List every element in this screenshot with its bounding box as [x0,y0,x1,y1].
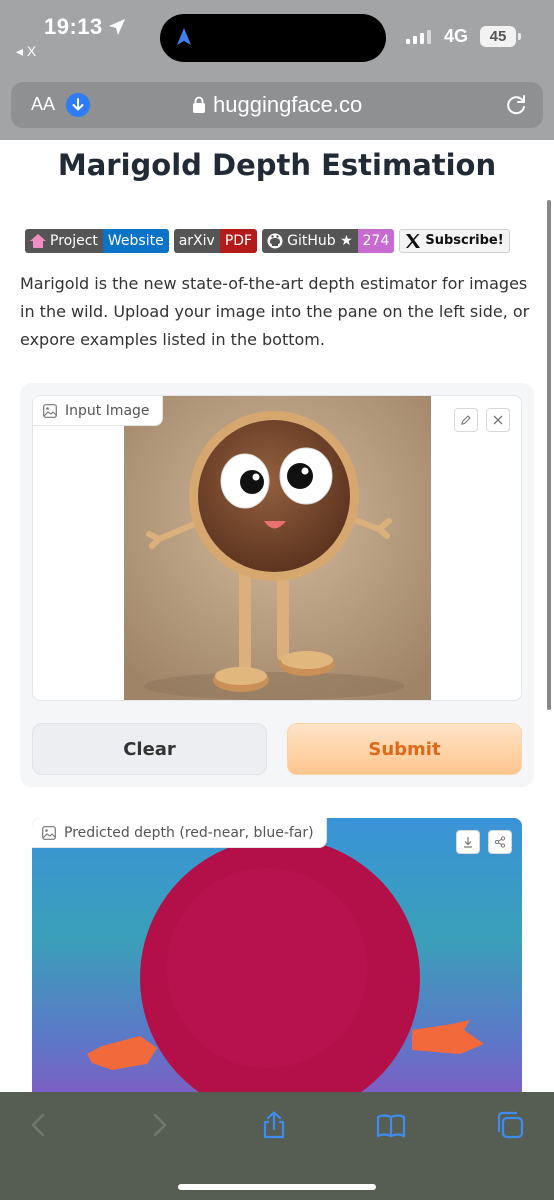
tabs-icon[interactable] [495,1110,525,1140]
submit-button[interactable]: Submit [287,723,522,775]
navigation-arrow-icon [177,28,191,45]
predicted-depth-label: Predicted depth (red-near, blue-far) [32,818,327,848]
input-image-label-text: Input Image [65,402,150,419]
input-panel: Input Image Clear Submit [20,383,534,787]
predicted-depth-label-text: Predicted depth (red-near, blue-far) [64,824,314,841]
status-bar: 19:13 ◂ X 4G 45 [0,0,554,64]
aa-label: AA [31,94,56,114]
pencil-icon [461,415,471,425]
share-icon [494,836,506,848]
badge-row: Project Website arXiv PDF GitHub ★ 274 S… [25,229,510,253]
x-subscribe-badge[interactable]: Subscribe! [399,229,510,253]
back-icon[interactable] [24,1110,54,1140]
forward-icon[interactable] [144,1110,174,1140]
address-bar[interactable]: AA huggingface.co [11,82,543,128]
input-image-box[interactable]: Input Image [32,395,522,701]
battery-nub [518,33,521,40]
web-page: Marigold Depth Estimation Project Websit… [0,140,554,1092]
lock-icon [193,96,205,113]
status-time: 19:13 [44,14,103,39]
network-type: 4G [444,26,469,46]
x-logo-icon [406,234,421,248]
image-icon [42,825,56,840]
download-icon[interactable] [66,93,90,117]
github-badge-right: 274 [357,229,395,253]
project-website-badge[interactable]: Project Website [25,229,169,253]
reader-settings-button[interactable]: AA [31,94,55,115]
github-icon [267,233,283,249]
image-icon [43,403,57,418]
location-arrow-icon [109,19,125,35]
home-icon [30,234,46,248]
edit-button[interactable] [454,408,478,432]
browser-top-chrome: 19:13 ◂ X 4G 45 AA huggingface.co [0,0,554,140]
page-title: Marigold Depth Estimation [57,148,497,182]
close-icon [493,415,503,425]
project-badge-right: Website [102,229,169,253]
download-button[interactable] [456,830,480,854]
url-domain[interactable]: huggingface.co [213,92,362,118]
github-stars-badge[interactable]: GitHub ★ 274 [262,229,395,253]
arxiv-badge-right: PDF [219,229,258,253]
back-to-app-link[interactable]: ◂ X [16,43,36,60]
github-badge-left: GitHub ★ [287,233,353,249]
remove-image-button[interactable] [486,408,510,432]
input-photo [124,396,431,700]
signal-strength-icon [406,28,431,44]
home-indicator[interactable] [178,1184,376,1190]
depth-map-image [87,838,484,1092]
predicted-depth-box: Predicted depth (red-near, blue-far) [32,818,522,1092]
arxiv-badge-left: arXiv [173,229,220,253]
scrollbar[interactable] [547,200,551,710]
download-icon [464,837,472,848]
app-description: Marigold is the new state-of-the-art dep… [20,274,530,349]
input-image-label: Input Image [33,396,163,426]
bookmarks-icon[interactable] [376,1110,406,1140]
battery-icon: 45 [480,26,516,47]
x-badge-label: Subscribe! [425,233,504,248]
project-badge-left: Project [50,233,98,249]
share-icon[interactable] [259,1110,289,1140]
arxiv-pdf-badge[interactable]: arXiv PDF [173,229,258,253]
share-button[interactable] [488,830,512,854]
reload-icon[interactable] [503,92,529,118]
clear-button[interactable]: Clear [32,723,267,775]
